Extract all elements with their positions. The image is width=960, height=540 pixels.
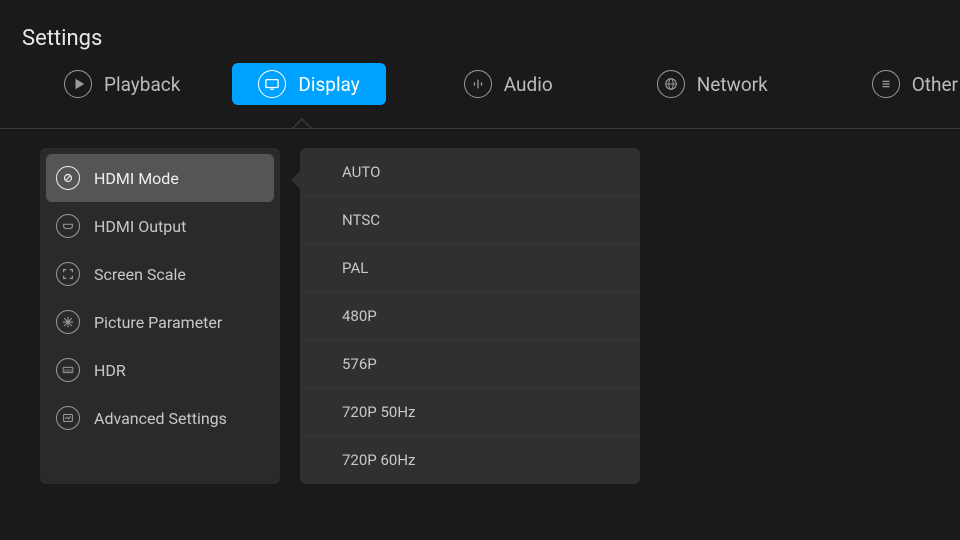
sidebar-item-hdmi-output[interactable]: HDMI Output	[46, 202, 274, 250]
equalizer-icon	[464, 70, 492, 98]
options-panel: AUTO NTSC PAL 480P 576P 720P 50Hz 720P 6…	[300, 148, 640, 484]
play-icon	[64, 70, 92, 98]
sidebar-item-hdr[interactable]: HDR HDR	[46, 346, 274, 394]
option-label: PAL	[342, 259, 368, 277]
panel-pointer-arrow	[291, 170, 301, 190]
sidebar-item-advanced-settings[interactable]: Advanced Settings	[46, 394, 274, 442]
tab-audio[interactable]: Audio	[438, 63, 579, 105]
hdmi-mode-icon	[56, 166, 80, 190]
monitor-icon	[258, 70, 286, 98]
tab-label: Network	[697, 73, 768, 96]
sidebar-item-label: Screen Scale	[94, 265, 186, 284]
option-auto[interactable]: AUTO	[300, 148, 640, 196]
option-480p[interactable]: 480P	[300, 292, 640, 340]
globe-icon	[657, 70, 685, 98]
option-ntsc[interactable]: NTSC	[300, 196, 640, 244]
sidebar-item-label: HDMI Output	[94, 217, 186, 236]
option-label: NTSC	[342, 211, 380, 229]
tab-display[interactable]: Display	[232, 63, 385, 105]
settings-sidebar: HDMI Mode HDMI Output Screen Scale Pictu…	[40, 148, 280, 484]
advanced-icon	[56, 406, 80, 430]
tab-label: Display	[298, 73, 359, 96]
sidebar-item-screen-scale[interactable]: Screen Scale	[46, 250, 274, 298]
tab-pointer-arrow	[292, 118, 312, 128]
hdmi-output-icon	[56, 214, 80, 238]
option-label: 576P	[342, 355, 377, 373]
horizontal-divider	[0, 128, 960, 129]
sidebar-item-hdmi-mode[interactable]: HDMI Mode	[46, 154, 274, 202]
option-pal[interactable]: PAL	[300, 244, 640, 292]
tab-other[interactable]: Other	[846, 63, 960, 105]
option-label: AUTO	[342, 163, 380, 181]
tab-label: Playback	[104, 73, 180, 96]
option-label: 720P 60Hz	[342, 451, 415, 469]
option-720p-60hz[interactable]: 720P 60Hz	[300, 436, 640, 484]
content-panels: HDMI Mode HDMI Output Screen Scale Pictu…	[40, 148, 640, 484]
svg-text:HDR: HDR	[64, 368, 73, 373]
option-label: 720P 50Hz	[342, 403, 415, 421]
page-title: Settings	[22, 26, 102, 51]
hdr-icon: HDR	[56, 358, 80, 382]
tab-bar: Playback Display Audio Network Other	[0, 60, 960, 108]
option-label: 480P	[342, 307, 377, 325]
list-icon	[872, 70, 900, 98]
sidebar-item-label: HDMI Mode	[94, 169, 179, 188]
sidebar-item-picture-parameter[interactable]: Picture Parameter	[46, 298, 274, 346]
sidebar-item-label: HDR	[94, 361, 126, 380]
option-720p-50hz[interactable]: 720P 50Hz	[300, 388, 640, 436]
option-576p[interactable]: 576P	[300, 340, 640, 388]
tab-network[interactable]: Network	[631, 63, 794, 105]
scale-icon	[56, 262, 80, 286]
sidebar-item-label: Picture Parameter	[94, 313, 222, 332]
tab-playback[interactable]: Playback	[38, 63, 206, 105]
sidebar-item-label: Advanced Settings	[94, 409, 227, 428]
tab-label: Other	[912, 73, 958, 96]
snowflake-icon	[56, 310, 80, 334]
tab-label: Audio	[504, 73, 553, 96]
